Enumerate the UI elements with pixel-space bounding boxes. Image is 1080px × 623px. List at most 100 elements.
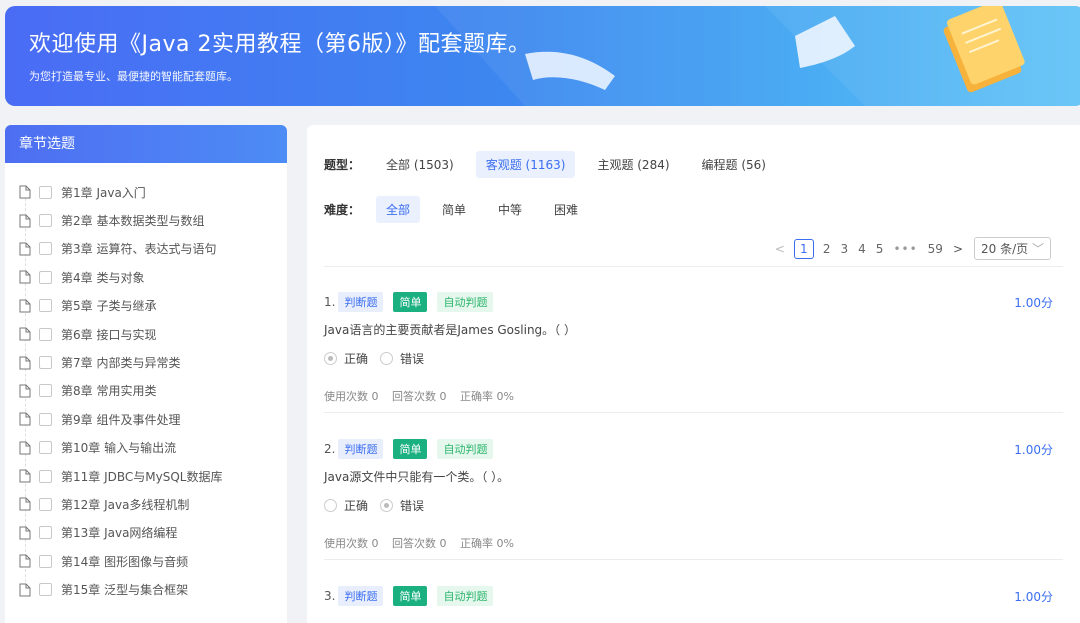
document-icon [19,412,33,426]
chapter-label: 第4章 类与对象 [61,270,145,285]
page-link[interactable]: 2 [823,242,831,256]
chapter-item[interactable]: 第8章 常用实用类 [5,377,287,405]
document-icon [19,214,33,228]
question-type-tag: 判断题 [338,439,384,459]
question-number: 1. [324,295,336,309]
chapter-checkbox[interactable] [39,441,52,455]
document-icon [19,356,33,370]
chapter-label: 第12章 Java多线程机制 [61,497,190,512]
chapter-label: 第9章 组件及事件处理 [61,412,181,427]
question-stem: Java源文件中只能有一个类。（ ）。 [324,470,510,484]
chevron-down-icon: ﹀ [1031,242,1044,256]
grading-tag: 自动判题 [437,292,494,312]
page-link[interactable]: 4 [858,242,866,256]
chapter-item[interactable]: 第10章 输入与输出流 [5,434,287,462]
type-filter: 题型： 全部 (1503) 客观题 (1163) 主观题 (284) 编程题 (… [324,151,788,178]
chapter-checkbox[interactable] [39,497,52,511]
chapter-sidebar: 章节选题 第1章 Java入门第2章 基本数据类型与数组第3章 运算符、表达式与… [5,125,287,623]
radio-icon [380,499,394,512]
difficulty-tag: 简单 [393,586,428,606]
chapter-item[interactable]: 第9章 组件及事件处理 [5,405,287,433]
chapter-item[interactable]: 第15章 泛型与集合框架 [5,575,287,603]
document-icon [19,327,33,341]
usage-count: 使用次数 0 [324,390,379,403]
chapter-item[interactable]: 第4章 类与对象 [5,263,287,291]
page-size-select[interactable]: 20 条/页 ﹀ [974,237,1051,260]
difficulty-tag: 简单 [393,439,428,459]
chapter-item[interactable]: 第5章 子类与继承 [5,292,287,320]
type-option-objective[interactable]: 客观题 (1163) [475,151,576,178]
question-panel: 题型： 全部 (1503) 客观题 (1163) 主观题 (284) 编程题 (… [307,125,1080,623]
chapter-label: 第3章 运算符、表达式与语句 [61,242,217,257]
chapter-checkbox[interactable] [39,583,52,597]
question-stem: Java语言的主要贡献者是James Gosling。（ ） [324,323,576,337]
type-option-programming[interactable]: 编程题 (56) [692,151,776,178]
chapter-label: 第14章 图形图像与音频 [61,554,189,569]
type-option-subjective[interactable]: 主观题 (284) [587,151,679,178]
difficulty-option-medium[interactable]: 中等 [488,196,532,223]
document-icon [19,185,33,199]
option-true[interactable]: 正确 [324,497,368,514]
difficulty-option-hard[interactable]: 困难 [544,196,588,223]
page-link[interactable]: 5 [876,242,884,256]
difficulty-filter-label: 难度： [324,203,361,217]
chapter-checkbox[interactable] [39,554,52,568]
chapter-checkbox[interactable] [39,327,52,341]
question-number: 3. [324,589,336,603]
option-false[interactable]: 错误 [380,350,424,367]
chapter-item[interactable]: 第11章 JDBC与MySQL数据库 [5,462,287,490]
chapter-checkbox[interactable] [39,526,52,540]
chapter-label: 第5章 子类与继承 [61,299,157,314]
question-item: 2. 判断题 简单 自动判题 1.00分 Java源文件中只能有一个类。（ ）。… [324,439,1053,551]
option-true[interactable]: 正确 [324,350,368,367]
chapter-item[interactable]: 第3章 运算符、表达式与语句 [5,235,287,263]
radio-icon [380,352,394,365]
difficulty-option-all[interactable]: 全部 [376,196,421,223]
option-false[interactable]: 错误 [380,497,424,514]
chapter-checkbox[interactable] [39,242,52,256]
chapter-item[interactable]: 第6章 接口与实现 [5,320,287,348]
chapter-item[interactable]: 第1章 Java入门 [5,178,287,206]
chapter-list: 第1章 Java入门第2章 基本数据类型与数组第3章 运算符、表达式与语句 第4章… [5,163,287,604]
document-icon [19,583,33,597]
chapter-item[interactable]: 第12章 Java多线程机制 [5,490,287,518]
chapter-checkbox[interactable] [39,356,52,370]
prev-page-button[interactable]: < [775,242,785,256]
chapter-label: 第7章 内部类与异常类 [61,356,181,371]
option-label: 错误 [400,499,425,513]
chapter-checkbox[interactable] [39,469,52,483]
type-option-all[interactable]: 全部 (1503) [376,151,464,178]
page-link-last[interactable]: 59 [928,242,943,256]
chapter-checkbox[interactable] [39,412,52,426]
page-current[interactable]: 1 [793,238,814,259]
chapter-item[interactable]: 第14章 图形图像与音频 [5,547,287,575]
difficulty-option-easy[interactable]: 简单 [432,196,476,223]
chapter-item[interactable]: 第2章 基本数据类型与数组 [5,206,287,234]
chapter-checkbox[interactable] [39,270,52,284]
next-page-button[interactable]: > [953,242,963,256]
chapter-checkbox[interactable] [39,185,52,199]
chapter-label: 第10章 输入与输出流 [61,441,177,456]
banner-title: 欢迎使用《Java 2实用教程（第6版）》配套题库。 [29,32,531,57]
chapter-checkbox[interactable] [39,214,52,228]
option-label: 错误 [400,352,425,366]
difficulty-filter: 难度： 全部 简单 中等 困难 [324,196,600,223]
document-icon [19,497,33,511]
chapter-item[interactable]: 第13章 Java网络编程 [5,519,287,547]
banner-subtitle: 为您打造最专业、最便捷的智能配套题库。 [29,70,238,83]
accuracy-rate: 正确率 0% [460,537,514,550]
accuracy-rate: 正确率 0% [460,390,514,403]
sidebar-header: 章节选题 [5,125,287,163]
chapter-label: 第13章 Java网络编程 [61,526,178,541]
answer-count: 回答次数 0 [392,537,447,550]
chapter-label: 第1章 Java入门 [61,185,146,200]
question-item: 3. 判断题 简单 自动判题 1.00分 [324,586,1053,606]
document-icon [19,554,33,568]
chapter-label: 第15章 泛型与集合框架 [61,583,189,598]
chapter-checkbox[interactable] [39,299,52,313]
chapter-checkbox[interactable] [39,384,52,398]
page-link[interactable]: 3 [841,242,849,256]
type-filter-label: 题型： [324,158,361,172]
chapter-item[interactable]: 第7章 内部类与异常类 [5,348,287,376]
page-ellipsis[interactable]: ••• [893,242,917,256]
